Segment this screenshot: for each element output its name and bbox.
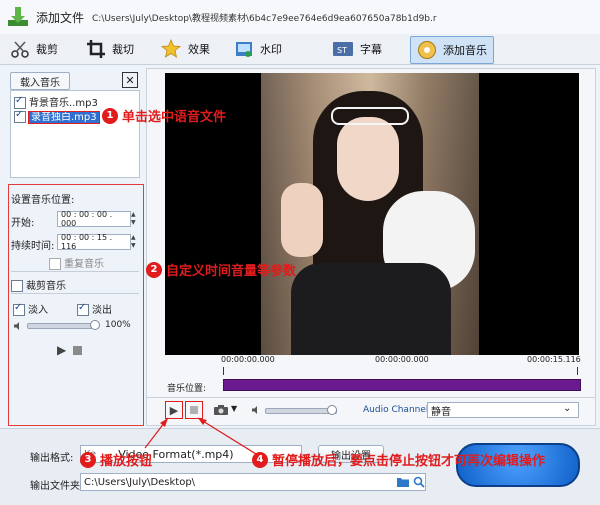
stop-square-icon: [190, 406, 198, 414]
add-file-button[interactable]: 添加文件: [6, 4, 84, 30]
tab-watermark-label: 水印: [260, 43, 282, 56]
video-canvas: [165, 73, 579, 355]
start-spin-icon[interactable]: ▲ ▼: [131, 211, 139, 227]
play-button[interactable]: ▶: [165, 401, 183, 419]
play-music-button[interactable]: ▶: [57, 343, 66, 357]
fade-in-checkbox[interactable]: [13, 302, 25, 316]
camera-icon[interactable]: [213, 404, 229, 416]
music-name-selected: 录音独白.mp3: [28, 111, 100, 124]
duration-spin-icon[interactable]: ▲ ▼: [131, 234, 139, 250]
output-folder-field[interactable]: C:\Users\July\Desktop\: [80, 473, 426, 491]
subtitle-icon: ST: [333, 42, 353, 56]
annotation-2: 2 自定义时间音量等参数: [146, 260, 296, 279]
volume-slider-knob[interactable]: [90, 320, 100, 330]
tab-add-music[interactable]: 添加音乐: [410, 36, 494, 64]
tab-subtitle[interactable]: ST 字幕: [332, 36, 382, 62]
tab-crop-label: 裁切: [112, 43, 134, 56]
tab-trim[interactable]: 裁剪: [10, 36, 58, 62]
tab-effect-label: 效果: [188, 43, 210, 56]
fade-out-option[interactable]: 淡出: [77, 301, 112, 316]
person-face: [337, 117, 399, 201]
start-label: 开始:: [11, 218, 35, 229]
divider: [11, 271, 139, 272]
time-end: 00:00:15.116: [527, 355, 581, 364]
fade-out-checkbox[interactable]: [77, 302, 89, 316]
video-frame-image: [261, 73, 479, 355]
list-item[interactable]: 背景音乐..mp3: [14, 94, 98, 109]
tab-effect[interactable]: 效果: [160, 36, 210, 62]
output-folder-label: 输出文件夹:: [30, 481, 84, 492]
divider: [11, 293, 139, 294]
music-position-label: 音乐位置:: [167, 384, 207, 394]
duration-field[interactable]: 00 : 00 : 15 . 116: [57, 233, 131, 251]
add-file-label: 添加文件: [36, 10, 85, 25]
crop-icon: [87, 40, 105, 58]
music-checkbox[interactable]: [14, 109, 26, 123]
trim-music-option[interactable]: 裁剪音乐: [11, 277, 66, 292]
annotation-1: 1 单击选中语音文件: [102, 106, 226, 125]
music-timeline[interactable]: [223, 379, 581, 391]
star-effect-icon: [160, 39, 182, 58]
music-settings-box: 设置音乐位置: 开始: 00 : 00 : 00 . 000 ▲ ▼ 持续时间: …: [8, 184, 144, 426]
audio-channel-label: Audio Channel:: [363, 405, 432, 415]
tab-crop[interactable]: 裁切: [86, 36, 134, 62]
fade-in-option[interactable]: 淡入: [13, 301, 48, 316]
audio-channel-select[interactable]: 静音: [427, 402, 579, 418]
time-start: 00:00:00.000: [221, 355, 275, 364]
time-mid: 00:00:00.000: [375, 355, 429, 364]
download-arrow-icon: [8, 7, 28, 26]
speaker-icon: [252, 406, 257, 414]
trim-music-checkbox[interactable]: [11, 280, 23, 292]
duration-label: 持续时间:: [11, 241, 55, 252]
file-path: C:\Users\July\Desktop\教程视频素材\6b4c7e9ee76…: [92, 14, 437, 24]
svg-text:ST: ST: [337, 46, 347, 55]
volume-slider[interactable]: [27, 323, 97, 329]
tab-subtitle-label: 字幕: [360, 43, 382, 56]
chevron-down-icon[interactable]: ⌄: [563, 403, 571, 414]
start-time-field[interactable]: 00 : 00 : 00 . 000: [57, 210, 131, 228]
load-music-label: 载入音乐: [20, 77, 60, 89]
scissors-icon: [11, 41, 29, 58]
volume-icon: [14, 322, 19, 330]
folder-icon[interactable]: [396, 476, 410, 488]
volume-percent: 100%: [105, 320, 131, 330]
load-music-button[interactable]: 载入音乐: [10, 72, 70, 90]
annotation-3: 3 播放按钮: [80, 450, 152, 469]
annotation-4: 4 暂停播放后，要点击停止按钮才可再次编辑操作: [252, 450, 545, 469]
search-icon[interactable]: [413, 476, 425, 488]
tick-marker: [223, 367, 224, 375]
music-list: 背景音乐..mp3 录音独白.mp3: [10, 90, 140, 178]
list-item[interactable]: 录音独白.mp3: [14, 108, 100, 124]
repeat-music-option[interactable]: 重复音乐: [49, 255, 104, 270]
person-coat: [291, 263, 451, 355]
title-bar: 添加文件 C:\Users\July\Desktop\教程视频素材\6b4c7e…: [0, 0, 600, 35]
tab-add-music-label: 添加音乐: [443, 44, 487, 57]
music-icon: [418, 41, 436, 59]
tab-watermark[interactable]: 水印: [234, 36, 282, 62]
divider: [147, 397, 595, 398]
camera-dropdown-icon[interactable]: ▼: [231, 404, 237, 413]
stop-music-button[interactable]: [73, 346, 82, 355]
player-volume-knob[interactable]: [327, 405, 337, 415]
repeat-music-checkbox[interactable]: [49, 258, 61, 270]
watermark-icon: [236, 42, 252, 57]
output-format-label: 输出格式:: [30, 453, 74, 464]
sunglasses: [331, 107, 409, 125]
set-music-position-label: 设置音乐位置:: [11, 195, 75, 206]
close-icon[interactable]: ✕: [122, 72, 138, 88]
tab-trim-label: 裁剪: [36, 43, 58, 56]
person-hand: [281, 183, 323, 257]
main-toolbar: 裁剪 裁切 效果 水印 ST 字幕 添加音乐: [0, 34, 600, 65]
stop-button[interactable]: [185, 401, 203, 419]
tick-marker: [577, 367, 578, 375]
